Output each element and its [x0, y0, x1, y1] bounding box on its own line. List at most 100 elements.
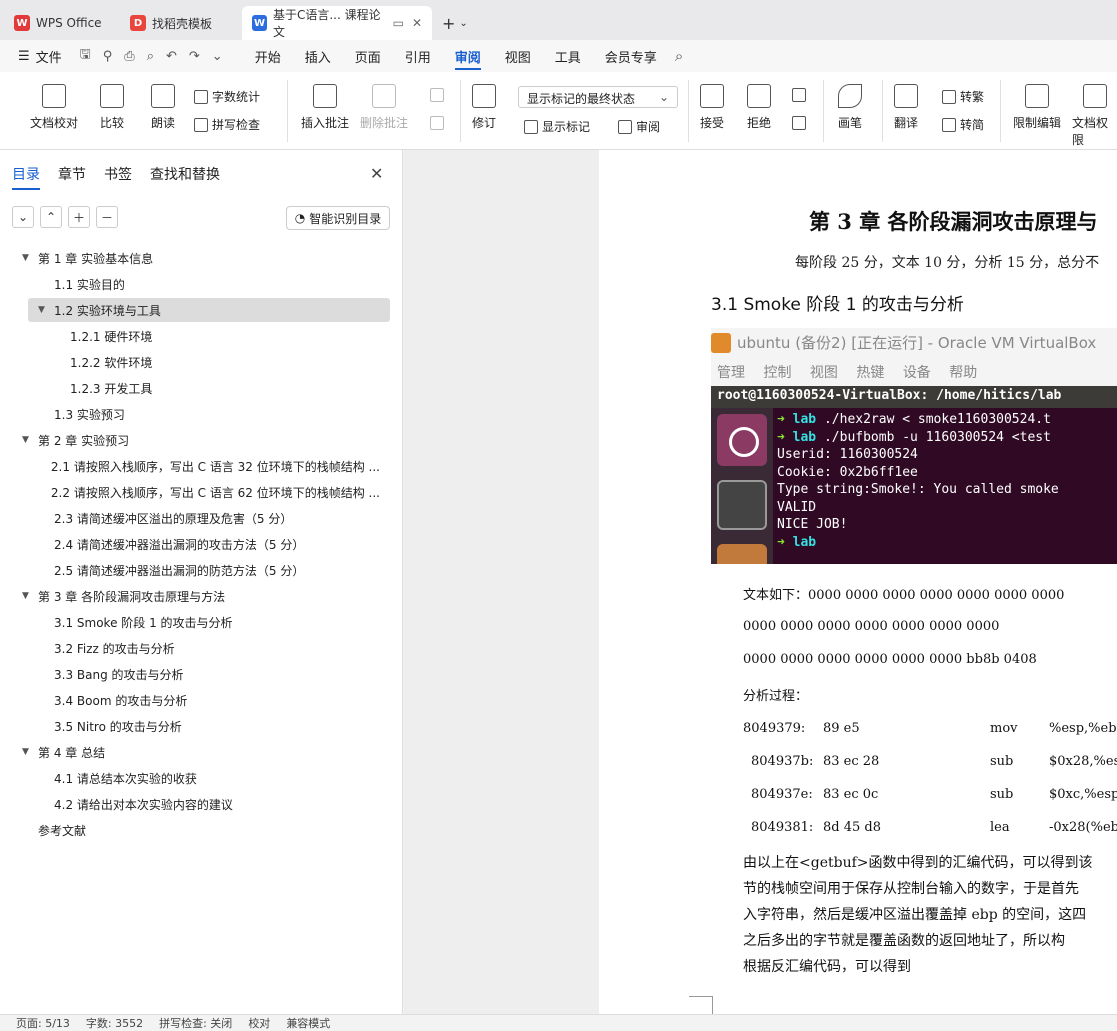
to-traditional-button[interactable]: 转繁: [942, 88, 984, 105]
doc-permission-button[interactable]: 文档权限: [1072, 84, 1117, 148]
more-chevron-icon[interactable]: ⌄: [206, 49, 229, 64]
menu-page[interactable]: 页面: [343, 40, 393, 72]
expand-triangle-icon[interactable]: ▼: [22, 435, 34, 445]
print-preview-icon[interactable]: ⌕: [141, 49, 160, 64]
spell-check-button[interactable]: 拼写检查: [194, 116, 260, 133]
smart-toc-button[interactable]: ◔ 智能识别目录: [286, 206, 390, 230]
toc-item[interactable]: ▼ 第 4 章 总结: [22, 740, 380, 764]
show-markup-button[interactable]: 显示标记: [524, 118, 590, 135]
menu-insert[interactable]: 插入: [293, 40, 343, 72]
nav-tab-toc[interactable]: 目录: [12, 164, 40, 190]
toc-item-label: 2.2 请按照入栈顺序，写出 C 语言 62 位环境下的栈帧结构 ...: [50, 485, 380, 500]
review-pane-button[interactable]: 审阅: [618, 118, 660, 135]
toc-item[interactable]: 1.3 实验预习: [38, 402, 380, 426]
close-tab-icon[interactable]: ✕: [412, 16, 422, 30]
toc-item[interactable]: 1.2.2 软件环境: [54, 350, 380, 374]
next-change-icon[interactable]: [792, 116, 810, 130]
menu-tools[interactable]: 工具: [543, 40, 593, 72]
toc-item[interactable]: 4.2 请给出对本次实验内容的建议: [38, 792, 380, 816]
nav-tab-find-replace[interactable]: 查找和替换: [150, 164, 220, 190]
search-icon[interactable]: ⌕: [669, 47, 689, 65]
toc-item[interactable]: 3.3 Bang 的攻击与分析: [38, 662, 380, 686]
nav-tab-sections[interactable]: 章节: [58, 164, 86, 190]
doc-check-button[interactable]: 文档校对: [30, 84, 78, 131]
close-icon[interactable]: ✕: [370, 164, 383, 183]
toc-item[interactable]: ▼ 第 1 章 实验基本信息: [22, 246, 380, 270]
restrict-edit-button[interactable]: 限制编辑: [1013, 84, 1061, 131]
toc-item[interactable]: 2.3 请简述缓冲区溢出的原理及危害（5 分）: [38, 506, 380, 530]
menu-view[interactable]: 视图: [493, 40, 543, 72]
toc-item[interactable]: ▼ 1.2 实验环境与工具: [28, 298, 390, 322]
toc-item-label: 1.2.3 开发工具: [70, 381, 153, 396]
toc-item[interactable]: ▼ 第 2 章 实验预习: [22, 428, 380, 452]
vm-menu-item: 管理: [717, 365, 745, 381]
compare-button[interactable]: 比较: [100, 84, 124, 131]
translate-button[interactable]: 翻译: [894, 84, 918, 131]
toc-item[interactable]: 2.1 请按照入栈顺序，写出 C 语言 32 位环境下的栈帧结构 ...: [38, 454, 380, 478]
share-icon[interactable]: ⚲: [97, 49, 119, 64]
tab-docer-templates[interactable]: D 找稻壳模板: [120, 6, 238, 40]
toc-item[interactable]: ▼ 第 3 章 各阶段漏洞攻击原理与方法: [22, 584, 380, 608]
nav-tab-bookmarks[interactable]: 书签: [104, 164, 132, 190]
toc-item[interactable]: 3.4 Boom 的攻击与分析: [38, 688, 380, 712]
word-count-button[interactable]: 字数统计: [194, 88, 260, 105]
tab-document[interactable]: W 基于C语言... 课程论文 ▭ ✕: [242, 6, 432, 40]
read-aloud-button[interactable]: 朗读: [151, 84, 175, 131]
expand-triangle-icon[interactable]: ▼: [22, 591, 34, 601]
ribbon-label: 文档校对: [30, 116, 79, 130]
toc-item[interactable]: 3.1 Smoke 阶段 1 的攻击与分析: [38, 610, 380, 634]
toc-item[interactable]: 1.2.3 开发工具: [54, 376, 380, 400]
toc-item[interactable]: 4.1 请总结本次实验的收获: [38, 766, 380, 790]
document-area[interactable]: 第 3 章 各阶段漏洞攻击原理与 每阶段 25 分，文本 10 分，分析 15 …: [404, 150, 1117, 1014]
document-page[interactable]: 第 3 章 各阶段漏洞攻击原理与 每阶段 25 分，文本 10 分，分析 15 …: [599, 150, 1117, 1014]
text-line: 文本如下：0000 0000 0000 0000 0000 0000 0000: [743, 588, 1065, 603]
toc-item[interactable]: 3.2 Fizz 的攻击与分析: [38, 636, 380, 660]
menu-start[interactable]: 开始: [243, 40, 293, 72]
page-indicator[interactable]: 页面: 5/13: [16, 1015, 70, 1031]
pen-button[interactable]: 画笔: [838, 84, 862, 131]
menu-vip[interactable]: 会员专享: [593, 40, 669, 72]
hamburger-icon: ☰: [18, 48, 30, 64]
undo-icon[interactable]: ↶: [160, 49, 183, 64]
remove-heading-icon[interactable]: －: [96, 206, 118, 228]
spell-check-status[interactable]: 拼写检查: 关闭: [159, 1015, 232, 1031]
next-comment-icon[interactable]: [430, 116, 448, 130]
new-tab-button[interactable]: + ⌄: [432, 6, 478, 40]
ribbon-label: 画笔: [838, 116, 863, 130]
toc-item[interactable]: 2.4 请简述缓冲器溢出漏洞的攻击方法（5 分）: [38, 532, 380, 556]
expand-triangle-icon[interactable]: ▼: [38, 305, 50, 315]
expand-triangle-icon[interactable]: ▼: [22, 253, 34, 263]
expand-triangle-icon[interactable]: ▼: [22, 747, 34, 757]
proof-status[interactable]: 校对: [248, 1015, 270, 1031]
analysis-label: 分析过程：: [743, 689, 809, 704]
tab-wps-office[interactable]: W WPS Office: [4, 6, 116, 40]
word-count[interactable]: 字数: 3552: [86, 1015, 143, 1031]
chevron-down-icon[interactable]: ⌄: [459, 18, 467, 29]
spell-check-icon: [194, 117, 208, 132]
print-icon[interactable]: ⎙: [118, 49, 140, 64]
save-icon[interactable]: 🖫: [74, 45, 97, 67]
redo-icon[interactable]: ↷: [183, 49, 206, 64]
menu-reference[interactable]: 引用: [393, 40, 443, 72]
pin-icon[interactable]: ▭: [393, 16, 404, 30]
toc-item[interactable]: 2.5 请简述缓冲器溢出漏洞的防范方法（5 分）: [38, 558, 380, 582]
reject-button[interactable]: 拒绝: [747, 84, 771, 131]
menu-review[interactable]: 审阅: [443, 40, 493, 72]
toc-item[interactable]: 2.2 请按照入栈顺序，写出 C 语言 62 位环境下的栈帧结构 ...: [38, 480, 380, 504]
prev-change-icon[interactable]: [792, 88, 810, 102]
delete-comment-button[interactable]: 删除批注: [360, 84, 408, 131]
file-menu[interactable]: ☰ 文件: [0, 40, 74, 72]
toc-item[interactable]: 1.2.1 硬件环境: [54, 324, 380, 348]
toc-item[interactable]: 1.1 实验目的: [38, 272, 380, 296]
toc-item[interactable]: 3.5 Nitro 的攻击与分析: [38, 714, 380, 738]
markup-state-select[interactable]: 显示标记的最终状态 ⌄: [518, 86, 678, 108]
revise-button[interactable]: 修订: [472, 84, 496, 131]
toc-item[interactable]: 参考文献: [22, 818, 380, 842]
collapse-up-icon[interactable]: ⌃: [40, 206, 62, 228]
prev-comment-icon[interactable]: [430, 88, 448, 102]
accept-button[interactable]: 接受: [700, 84, 724, 131]
expand-down-icon[interactable]: ⌄: [12, 206, 34, 228]
add-heading-icon[interactable]: ＋: [68, 206, 90, 228]
to-simplified-button[interactable]: 转简: [942, 116, 984, 133]
insert-comment-button[interactable]: 插入批注: [301, 84, 349, 131]
